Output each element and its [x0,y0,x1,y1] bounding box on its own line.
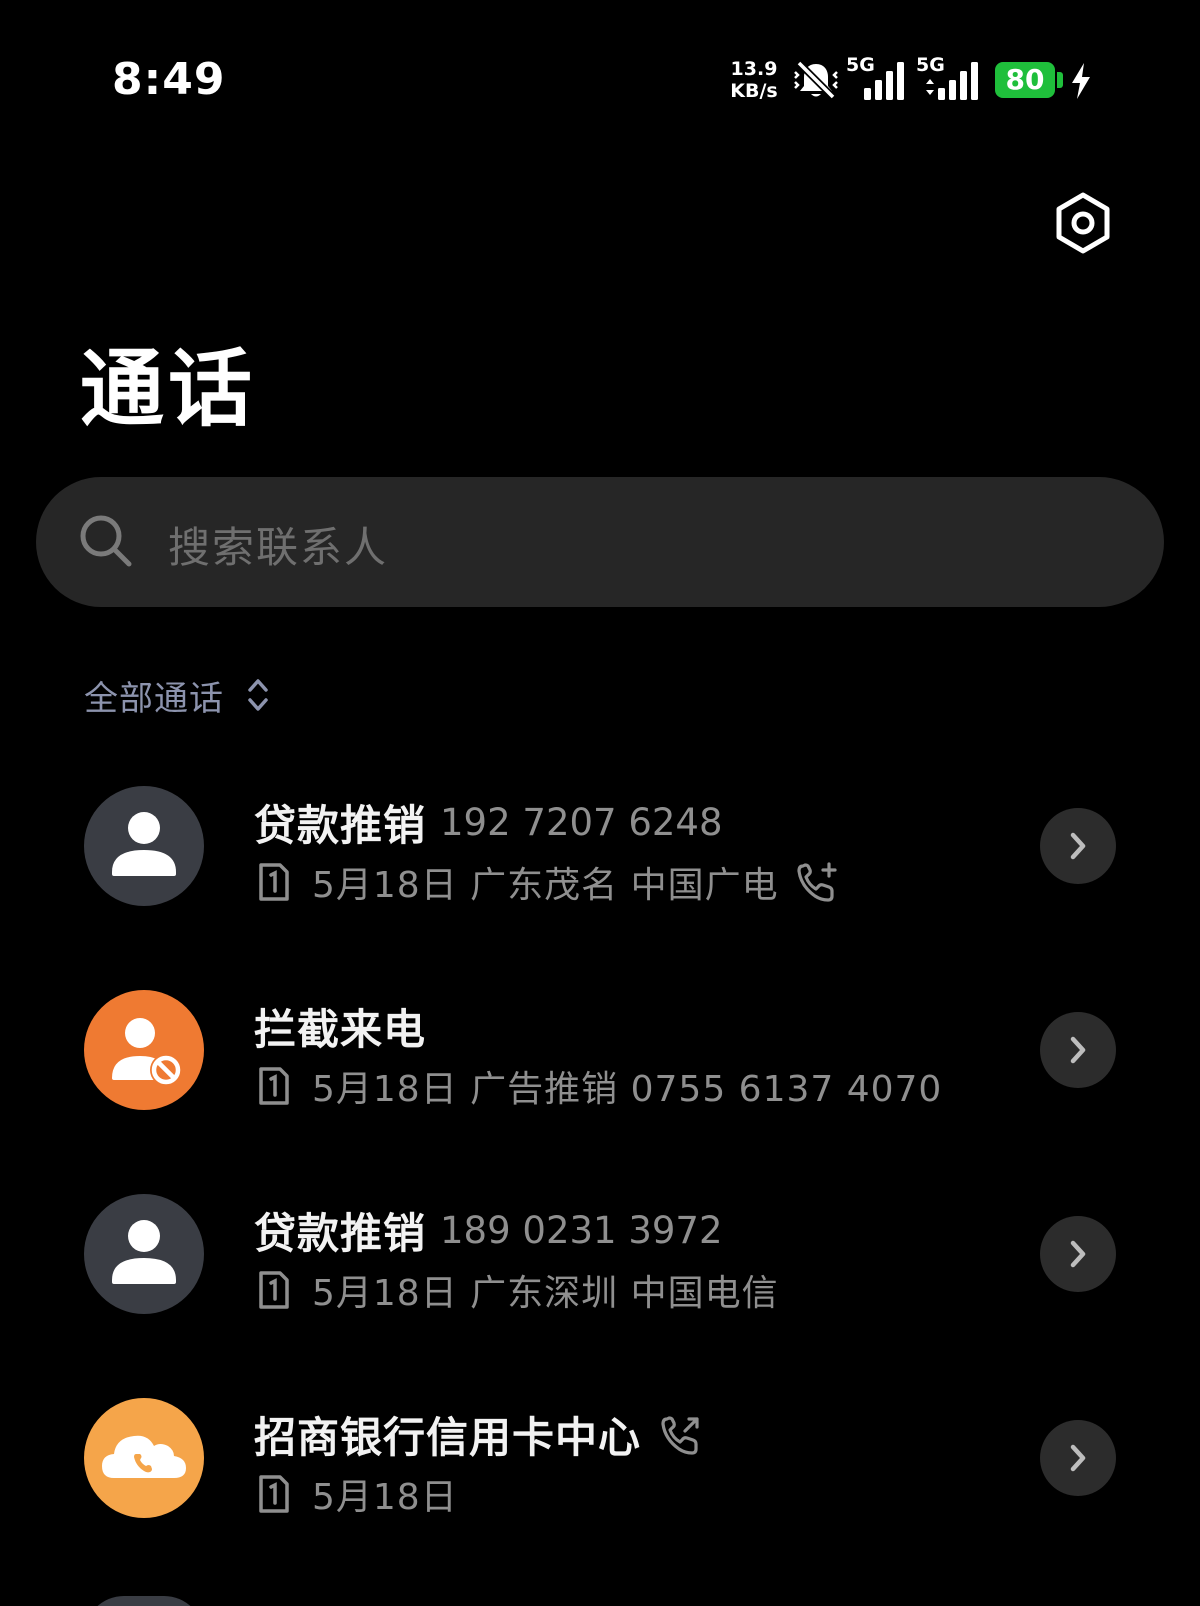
contact-name: 贷款推销 [254,801,427,850]
row-title-line: 贷款推销 189 0231 3972 [254,1200,722,1261]
call-detail: 5月18日 [312,1477,458,1518]
phone-number: 189 0231 3972 [440,1209,723,1252]
incoming-call-icon [797,862,837,902]
call-details-button[interactable] [1040,1420,1116,1496]
settings-hex-icon[interactable] [1050,190,1116,256]
call-log-row[interactable]: 拦截来电 5月18日 广告推销 0755 6137 4070 [0,960,1200,1140]
next-row-avatar-partial [84,1596,204,1606]
sim-card-icon [259,1475,289,1513]
status-time: 8:49 [112,54,226,105]
phone-number: 192 7207 6248 [440,801,723,844]
network-speed: 13.9 KB/s [726,58,782,102]
row-detail-line: 5月18日 广东茂名 中国广电 [258,856,839,908]
contact-name: 拦截来电 [254,1005,427,1054]
call-filter-dropdown[interactable]: 全部通话 [84,670,270,720]
charging-bolt-icon [1072,63,1090,99]
signal-icon [864,62,904,100]
call-log-row[interactable]: 贷款推销 189 0231 3972 5月18日 广东深圳 中国电信 [0,1164,1200,1344]
battery-tip [1057,72,1063,88]
bell-off-icon [794,60,838,100]
contact-name: 贷款推销 [254,1209,427,1258]
chevron-right-icon [1070,1444,1086,1472]
call-details-button[interactable] [1040,1012,1116,1088]
call-log-row[interactable]: 招商银行信用卡中心 5月18日 [0,1368,1200,1548]
call-detail: 5月18日 广东茂名 中国广电 [312,865,779,906]
avatar [84,786,204,906]
blocked-person-icon [112,1018,182,1086]
status-bar: 8:49 13.9 KB/s 5G 5G 80 [0,0,1200,150]
person-icon [112,812,176,876]
battery-icon: 80 [995,62,1055,98]
chevron-right-icon [1070,1036,1086,1064]
sort-toggle-icon [248,679,268,711]
network-speed-unit: KB/s [730,80,778,102]
call-details-button[interactable] [1040,1216,1116,1292]
network-speed-value: 13.9 [730,58,778,80]
row-detail-line: 5月18日 广东深圳 中国电信 [258,1264,779,1316]
sim-card-icon [259,1067,289,1105]
call-log-screen: 8:49 13.9 KB/s 5G 5G 80 通话 搜索联系人 全部通话 贷款… [0,0,1200,1606]
call-details-button[interactable] [1040,808,1116,884]
row-title-line: 贷款推销 192 7207 6248 [254,792,722,853]
row-detail-line: 5月18日 广告推销 0755 6137 4070 [258,1060,942,1112]
call-detail: 5月18日 广东深圳 中国电信 [312,1273,779,1314]
person-icon [112,1220,176,1284]
page-title: 通话 [80,340,257,438]
row-title-line: 招商银行信用卡中心 [254,1404,703,1465]
filter-label: 全部通话 [84,678,224,719]
contact-name: 招商银行信用卡中心 [254,1413,642,1462]
sim-card-icon [259,1271,289,1309]
avatar [84,1398,204,1518]
call-log-row[interactable]: 贷款推销 192 7207 6248 5月18日 广东茂名 中国广电 [0,756,1200,936]
outgoing-call-icon [661,1415,699,1455]
row-title-line: 拦截来电 [254,996,426,1057]
search-icon [80,515,132,567]
chevron-right-icon [1070,1240,1086,1268]
avatar [84,990,204,1110]
search-input[interactable]: 搜索联系人 [168,514,388,575]
sim-card-icon [259,863,289,901]
avatar [84,1194,204,1314]
chevron-right-icon [1070,832,1086,860]
row-detail-line: 5月18日 [258,1468,458,1520]
signal-icon [926,62,978,100]
call-detail: 5月18日 广告推销 0755 6137 4070 [312,1069,943,1110]
cloud-phone-icon [102,1435,186,1478]
